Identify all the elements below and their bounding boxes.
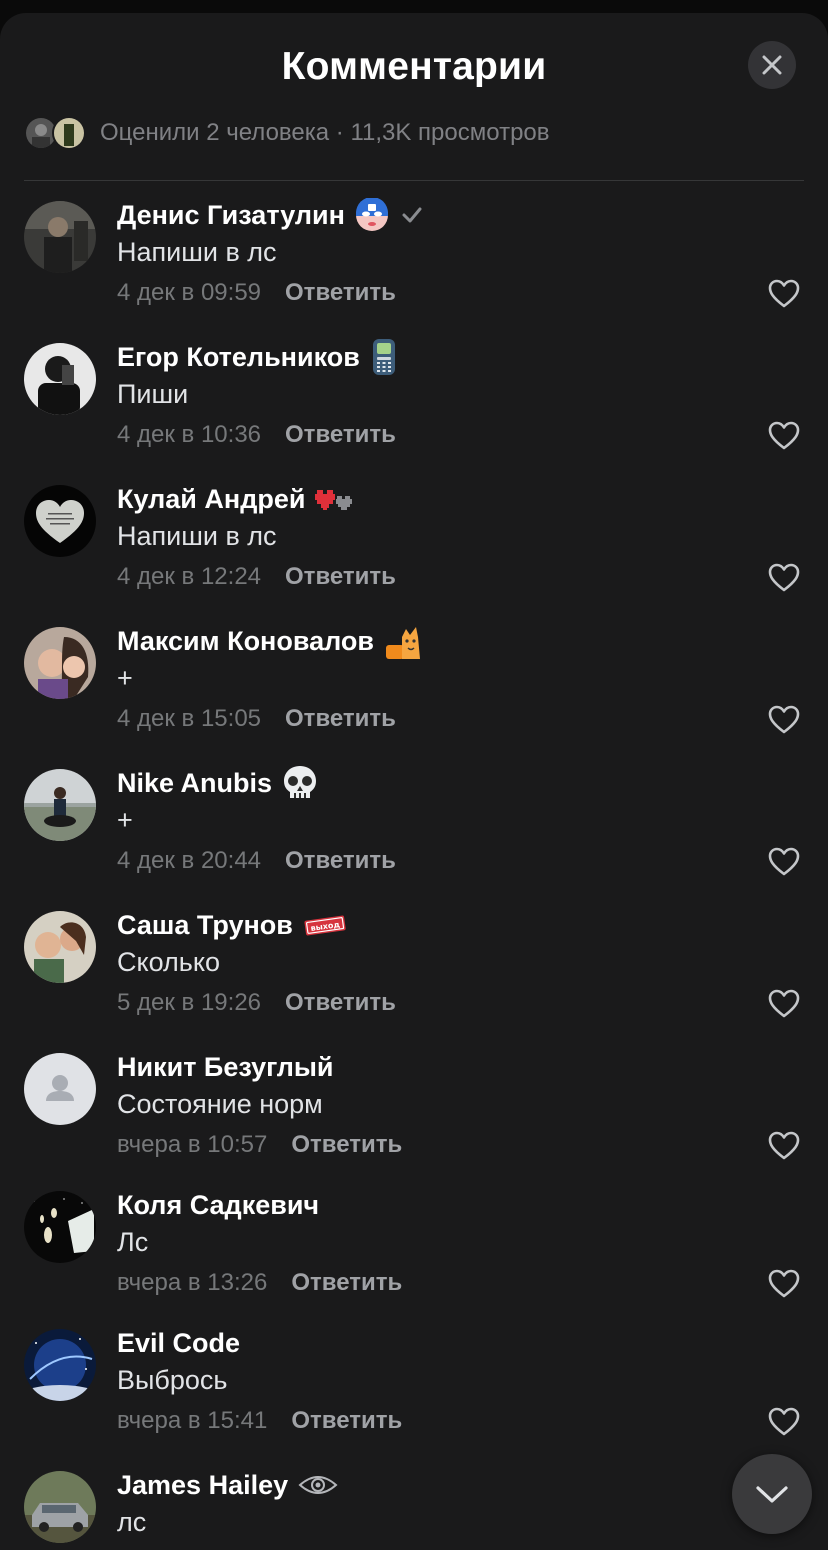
- reply-button[interactable]: Ответить: [285, 563, 396, 591]
- comment-time: 4 дек в 15:05: [117, 705, 262, 732]
- exit-sign-emoji: выход: [303, 912, 347, 938]
- avatar[interactable]: [24, 201, 96, 273]
- comment-item: Evil Code Выбрось вчера в 15:41 Ответить: [0, 1309, 828, 1451]
- comment-text: Напиши в лс: [117, 237, 277, 267]
- pixel-hearts-emoji: [315, 486, 357, 512]
- heart-outline-icon: [768, 421, 800, 450]
- heart-outline-icon: [768, 705, 800, 734]
- avatar[interactable]: [24, 911, 96, 983]
- heart-outline-icon: [768, 989, 800, 1018]
- reply-button[interactable]: Ответить: [285, 989, 396, 1017]
- heart-outline-icon: [768, 1407, 800, 1436]
- comment-time: вчера в 10:57: [117, 1131, 268, 1158]
- comment-text: +: [117, 805, 133, 835]
- reply-button[interactable]: Ответить: [285, 705, 396, 733]
- author-name[interactable]: Саша Трунов: [117, 910, 293, 941]
- author-name[interactable]: Evil Code: [117, 1328, 240, 1359]
- comment-time: вчера в 13:26: [117, 1269, 268, 1296]
- liker-avatar: [52, 116, 86, 150]
- comment-time: 5 дек в 19:26: [117, 989, 262, 1016]
- comment-item: Коля Садкевич Лс вчера в 13:26 Ответить: [0, 1171, 828, 1309]
- like-button[interactable]: [768, 847, 800, 877]
- author-name[interactable]: Никит Безуглый: [117, 1052, 334, 1083]
- like-button[interactable]: [768, 279, 800, 309]
- comment-item: Кулай Андрей Напиши в лс 4 дек в 12:24 О…: [0, 465, 828, 607]
- comment-item: Денис Гизатулин Напиши в лс 4 дек в 09:5…: [0, 181, 828, 323]
- like-button[interactable]: [768, 989, 800, 1019]
- comments-sheet: Комментарии Оценили 2 человека · 11,3K п…: [0, 13, 828, 1550]
- eye-emoji: [298, 1473, 338, 1497]
- reply-button[interactable]: Ответить: [291, 1407, 402, 1435]
- comment-item: Саша Трунов выход Сколько 5 дек в 19:26 …: [0, 891, 828, 1033]
- like-button[interactable]: [768, 1407, 800, 1437]
- reply-button[interactable]: Ответить: [285, 421, 396, 449]
- close-button[interactable]: [748, 41, 796, 89]
- avatar[interactable]: [24, 343, 96, 415]
- close-icon: [762, 55, 782, 75]
- comment-text: Состояние норм: [117, 1089, 323, 1119]
- reply-button[interactable]: Ответить: [285, 279, 396, 307]
- comment-item: Nike Anubis + 4 дек в 20:44 Ответить: [0, 749, 828, 891]
- comment-item: Никит Безуглый Состояние норм вчера в 10…: [0, 1033, 828, 1171]
- comment-time: 4 дек в 10:36: [117, 421, 262, 448]
- reply-button[interactable]: Ответить: [291, 1131, 402, 1159]
- heart-outline-icon: [768, 1269, 800, 1298]
- comment-item: Максим Коновалов + 4 дек в 15:05 Ответит…: [0, 607, 828, 749]
- comment-text: Лс: [117, 1227, 149, 1257]
- heart-outline-icon: [768, 279, 800, 308]
- skull-emoji: [282, 764, 318, 802]
- scroll-down-button[interactable]: [732, 1454, 812, 1534]
- author-name[interactable]: James Hailey: [117, 1470, 288, 1501]
- author-name[interactable]: Егор Котельников: [117, 342, 360, 373]
- avatar[interactable]: [24, 1053, 96, 1125]
- page-title: Комментарии: [281, 45, 547, 88]
- author-name[interactable]: Денис Гизатулин: [117, 200, 345, 231]
- reply-button[interactable]: Ответить: [285, 847, 396, 875]
- comment-text: Выбрось: [117, 1365, 228, 1395]
- comment-text: лс: [117, 1507, 147, 1537]
- avatar[interactable]: [24, 1471, 96, 1543]
- author-name[interactable]: Максим Коновалов: [117, 626, 374, 657]
- comment-text: Пиши: [117, 379, 189, 409]
- heart-outline-icon: [768, 1131, 800, 1160]
- comments-list: Денис Гизатулин Напиши в лс 4 дек в 09:5…: [0, 181, 828, 1550]
- verified-checkmark-icon: [401, 206, 423, 224]
- avatar[interactable]: [24, 1329, 96, 1401]
- comment-text: Сколько: [117, 947, 220, 977]
- avatar[interactable]: [24, 1191, 96, 1263]
- reply-button[interactable]: Ответить: [291, 1269, 402, 1297]
- comment-item: Егор Котельников Пиши 4 дек в 10:36 Отве…: [0, 323, 828, 465]
- comment-time: 4 дек в 09:59: [117, 279, 262, 306]
- comment-time: 4 дек в 12:24: [117, 563, 262, 590]
- chevron-down-icon: [756, 1486, 788, 1503]
- author-name[interactable]: Nike Anubis: [117, 768, 272, 799]
- like-button[interactable]: [768, 421, 800, 451]
- comment-text: Напиши в лс: [117, 521, 277, 551]
- author-name[interactable]: Коля Садкевич: [117, 1190, 319, 1221]
- phone-emoji: [370, 338, 398, 376]
- avatar[interactable]: [24, 485, 96, 557]
- like-button[interactable]: [768, 1131, 800, 1161]
- like-button[interactable]: [768, 1269, 800, 1299]
- comment-time: вчера в 15:41: [117, 1407, 268, 1434]
- likes-stats[interactable]: Оценили 2 человека · 11,3K просмотров: [24, 113, 550, 153]
- comment-time: 4 дек в 20:44: [117, 847, 262, 874]
- cat-emoji: [384, 621, 424, 661]
- avatar[interactable]: [24, 769, 96, 841]
- heart-outline-icon: [768, 847, 800, 876]
- author-name[interactable]: Кулай Андрей: [117, 484, 305, 515]
- comment-text: +: [117, 663, 133, 693]
- comment-item: James Hailey лс: [0, 1451, 828, 1550]
- heart-outline-icon: [768, 563, 800, 592]
- like-button[interactable]: [768, 563, 800, 593]
- avatar[interactable]: [24, 627, 96, 699]
- like-button[interactable]: [768, 705, 800, 735]
- hero-mask-emoji: [355, 198, 389, 232]
- stats-text: Оценили 2 человека · 11,3K просмотров: [100, 119, 550, 146]
